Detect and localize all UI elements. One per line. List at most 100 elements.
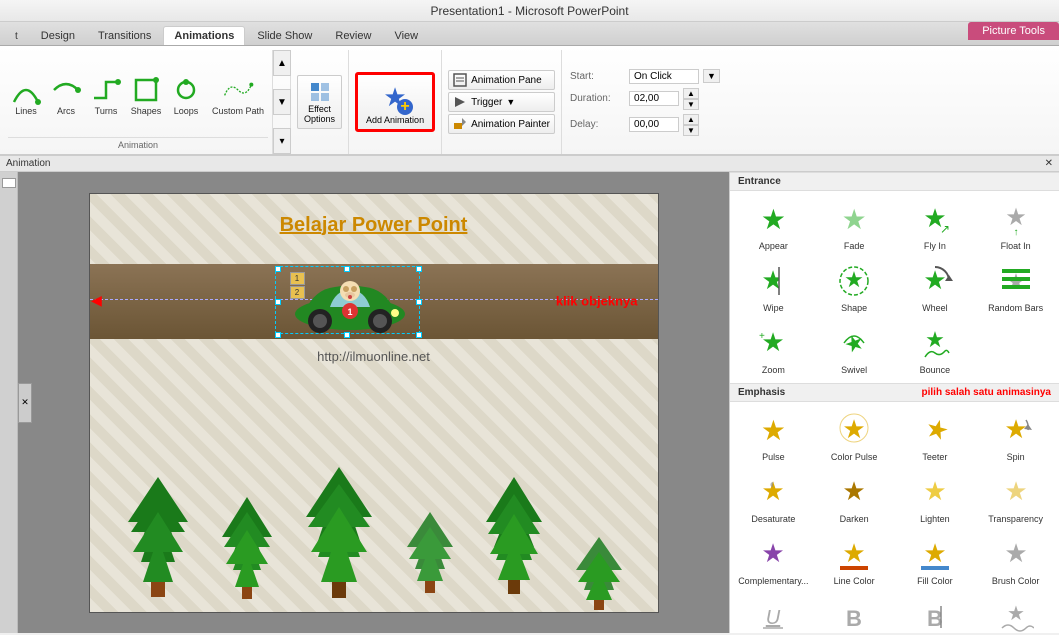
anim-darken[interactable]: ★ Darken	[815, 468, 894, 528]
slide-thumbnail-1[interactable]	[2, 178, 16, 188]
svg-text:+: +	[759, 331, 765, 342]
anim-brush-color[interactable]: ★ Brush Color	[976, 530, 1055, 590]
svg-text:★: ★	[762, 538, 785, 568]
anim-line-color[interactable]: ★ Line Color	[815, 530, 894, 590]
anim-bounce[interactable]: ★ Bounce	[896, 319, 975, 379]
timing-start-input[interactable]	[629, 69, 699, 84]
ribbon: Lines Arcs	[0, 46, 1059, 156]
tab-design[interactable]: Design	[30, 26, 86, 45]
animation-section-bar: Animation ✕	[0, 156, 1059, 172]
entrance-grid: ★ Appear ★ Fade ★ ↗ Fly In	[730, 191, 1059, 383]
svg-text:★: ★	[925, 327, 945, 352]
anim-swivel[interactable]: ★ Swivel	[815, 319, 894, 379]
anim-bold-reveal[interactable]: B Bold Reveal	[896, 592, 975, 633]
scroll-up-btn[interactable]: ▲	[273, 50, 291, 76]
timing-start-label: Start:	[570, 71, 625, 82]
add-animation-btn[interactable]: ★ + Add Animation	[355, 72, 435, 132]
effect-options-btn[interactable]: EffectOptions	[297, 75, 342, 129]
anim-pane-group: Animation Pane Trigger ▼ Animation Paint…	[442, 50, 562, 154]
motion-path-group: Lines Arcs	[4, 50, 273, 154]
anim-fade-entrance[interactable]: ★ Fade	[815, 195, 894, 255]
anim-desaturate[interactable]: ★ ◐ Desaturate	[734, 468, 813, 528]
anim-spin[interactable]: ★ Spin	[976, 406, 1055, 466]
tab-animations[interactable]: Animations	[163, 26, 245, 45]
anim-float-in[interactable]: ★ ↑ Float In	[976, 195, 1055, 255]
picture-tools-tab[interactable]: Picture Tools	[968, 22, 1059, 40]
svg-text:★: ★	[842, 538, 865, 568]
anim-pulse[interactable]: ★ Pulse	[734, 406, 813, 466]
animation-painter-btn[interactable]: Animation Painter	[448, 114, 555, 134]
anim-zoom[interactable]: ★ + Zoom	[734, 319, 813, 379]
left-arrow: ◄	[90, 291, 106, 312]
slide-banner: ◄ 1 2	[90, 264, 658, 339]
svg-text:↑: ↑	[1013, 227, 1018, 237]
duration-up-btn[interactable]: ▲	[683, 88, 699, 99]
anim-random-bars[interactable]: ★ Random Bars	[976, 257, 1055, 317]
trees-area	[90, 369, 658, 612]
timing-delay-row: Delay: ▲ ▼	[570, 114, 720, 136]
motion-loops[interactable]: Loops	[168, 72, 204, 118]
click-text: klik objeknya	[556, 294, 638, 309]
tab-review[interactable]: Review	[324, 26, 382, 45]
animation-label: Animation	[6, 158, 50, 169]
svg-text:★: ★	[1004, 538, 1027, 568]
timing-delay-input[interactable]	[629, 117, 679, 132]
svg-text:1: 1	[347, 307, 352, 317]
anim-bold-flash[interactable]: B Bold Flash	[815, 592, 894, 633]
anim-wipe[interactable]: ★ Wipe	[734, 257, 813, 317]
anim-fill-color[interactable]: ★ Fill Color	[896, 530, 975, 590]
anim-fly-in[interactable]: ★ ↗ Fly In	[896, 195, 975, 255]
instruction-label: pilih salah satu animasinya	[922, 387, 1052, 398]
anim-wheel[interactable]: ★ Wheel	[896, 257, 975, 317]
car-svg: 1	[285, 269, 415, 334]
section-close-icon[interactable]: ✕	[1045, 158, 1053, 169]
duration-down-btn[interactable]: ▼	[683, 99, 699, 110]
svg-text:★: ★	[1004, 476, 1027, 506]
panel-close-btn[interactable]: ✕	[18, 383, 32, 423]
svg-text:B: B	[846, 606, 862, 631]
anim-complementary[interactable]: ★ Complementary...	[734, 530, 813, 590]
tab-transitions[interactable]: Transitions	[87, 26, 162, 45]
anim-lighten[interactable]: ★ Lighten	[896, 468, 975, 528]
anim-color-pulse[interactable]: ★ Color Pulse	[815, 406, 894, 466]
svg-text:★: ★	[762, 265, 785, 295]
trigger-btn[interactable]: Trigger ▼	[448, 92, 555, 112]
anim-underline[interactable]: U Underline	[734, 592, 813, 633]
anim-wave[interactable]: ★ Wave	[976, 592, 1055, 633]
emphasis-grid: ★ Pulse ★ Color Pulse ★	[730, 402, 1059, 633]
svg-text:◐: ◐	[770, 477, 777, 491]
slide-url: http://ilmuonline.net	[90, 349, 658, 364]
timing-start-row: Start: ▼	[570, 69, 720, 84]
svg-text:★: ★	[1007, 603, 1025, 625]
emphasis-section-header: Emphasis pilih salah satu animasinya	[730, 383, 1059, 402]
motion-custom-path[interactable]: Custom Path	[208, 72, 268, 118]
timing-duration-label: Duration:	[570, 93, 625, 104]
anim-transparency[interactable]: ★ Transparency	[976, 468, 1055, 528]
scroll-more-btn[interactable]: ▾	[273, 128, 291, 154]
timing-group: Start: ▼ Duration: ▲ ▼ Delay: ▲ ▼	[562, 50, 728, 154]
svg-text:★: ★	[842, 476, 865, 506]
anim-appear[interactable]: ★ Appear	[734, 195, 813, 255]
slide-canvas: Belajar Power Point ◄ 1 2	[89, 193, 659, 613]
animation-panel: Entrance ★ Appear ★ Fade ★ ↗ Fly In	[729, 172, 1059, 633]
scroll-down-btn[interactable]: ▼	[273, 89, 291, 115]
timing-duration-input[interactable]	[629, 91, 679, 106]
motion-turns[interactable]: Turns	[88, 72, 124, 118]
animation-pane-btn[interactable]: Animation Pane	[448, 70, 555, 90]
slide-title: Belajar Power Point	[90, 214, 658, 237]
svg-text:U: U	[766, 607, 781, 629]
tab-view[interactable]: View	[383, 26, 429, 45]
tab-slideshow[interactable]: Slide Show	[246, 26, 323, 45]
anim-shape[interactable]: ★ Shape	[815, 257, 894, 317]
motion-lines[interactable]: Lines	[8, 72, 44, 118]
add-animation-group: ★ + Add Animation	[349, 50, 442, 154]
anim-teeter[interactable]: ★ Teeter	[896, 406, 975, 466]
delay-down-btn[interactable]: ▼	[683, 125, 699, 136]
tab-t[interactable]: t	[4, 27, 29, 45]
motion-shapes[interactable]: Shapes	[128, 72, 164, 118]
slide-canvas-area: ✕ Belajar Power Point ◄ 1 2	[18, 172, 729, 633]
delay-up-btn[interactable]: ▲	[683, 114, 699, 125]
effect-options-group: EffectOptions	[291, 50, 349, 154]
motion-arcs[interactable]: Arcs	[48, 72, 84, 118]
entrance-section-header: Entrance	[730, 172, 1059, 191]
